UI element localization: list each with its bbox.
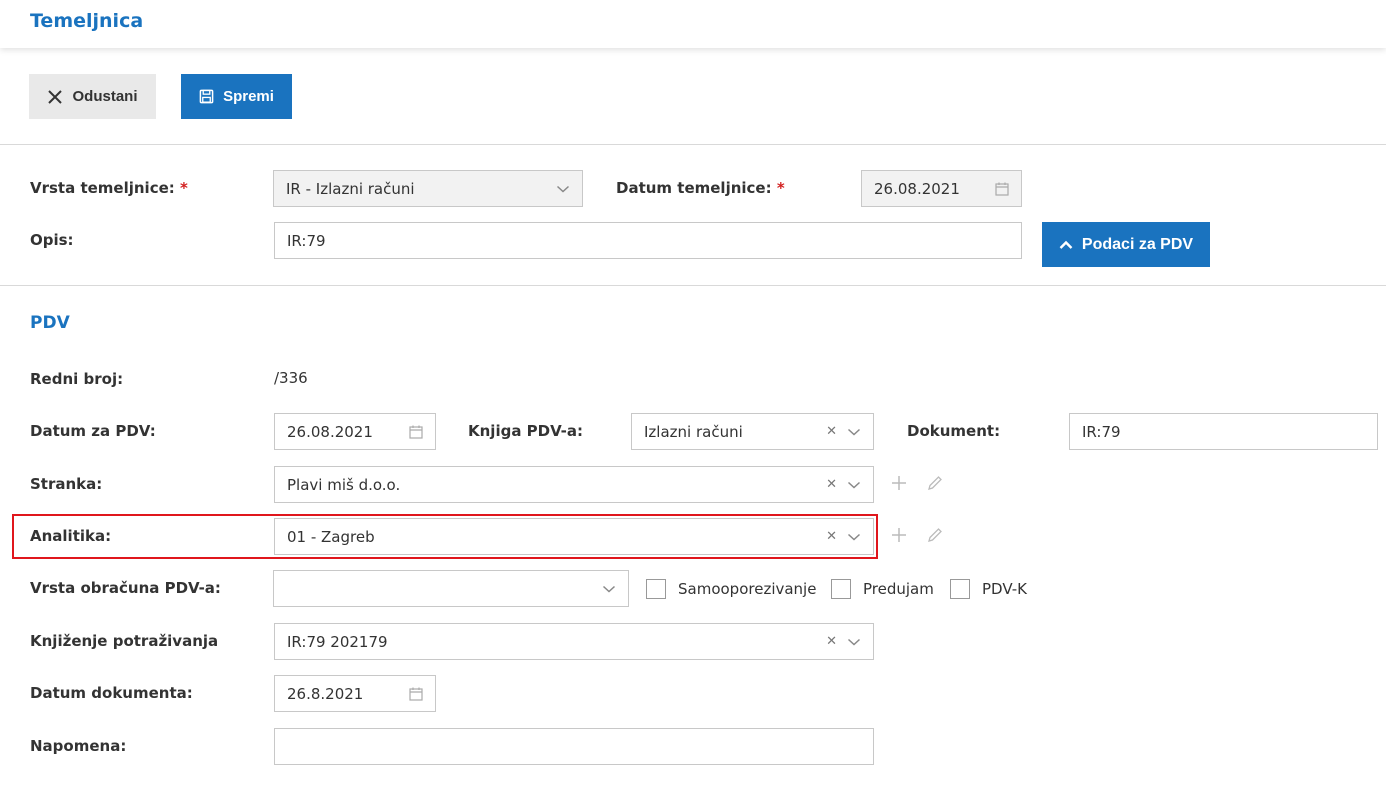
required-mark: *: [776, 179, 785, 197]
top-bar: [0, 0, 1386, 48]
samooporezivanje-checkbox[interactable]: [646, 579, 666, 599]
vrsta-temeljnice-select[interactable]: IR - Izlazni računi: [273, 170, 583, 207]
chevron-down-icon[interactable]: [847, 532, 861, 542]
save-button[interactable]: Spremi: [181, 74, 292, 119]
vrsta-temeljnice-value: IR - Izlazni računi: [286, 179, 415, 198]
stranka-select[interactable]: Plavi miš d.o.o. ✕: [274, 466, 874, 503]
samooporezivanje-label: Samooporezivanje: [678, 580, 817, 598]
napomena-label: Napomena:: [30, 737, 127, 755]
save-button-label: Spremi: [223, 88, 274, 105]
plus-icon[interactable]: [889, 473, 909, 493]
calendar-icon[interactable]: [409, 425, 423, 439]
clear-icon[interactable]: ✕: [826, 529, 837, 544]
predujam-checkbox[interactable]: [831, 579, 851, 599]
dokument-input[interactable]: IR:79: [1069, 413, 1378, 450]
chevron-down-icon[interactable]: [847, 427, 861, 437]
dokument-value: IR:79: [1082, 422, 1121, 441]
datum-dokumenta-value: 26.8.2021: [287, 684, 364, 703]
close-icon: [47, 89, 63, 105]
divider: [0, 285, 1386, 286]
divider: [0, 144, 1386, 145]
chevron-down-icon[interactable]: [847, 637, 861, 647]
opis-input[interactable]: IR:79: [274, 222, 1022, 259]
datum-za-pdv-label: Datum za PDV:: [30, 422, 156, 440]
pdv-section-title: PDV: [30, 313, 70, 333]
redni-broj-label: Redni broj:: [30, 370, 124, 388]
clear-icon[interactable]: ✕: [826, 424, 837, 439]
chevron-up-icon: [1059, 240, 1073, 250]
podaci-za-pdv-label: Podaci za PDV: [1081, 235, 1194, 253]
analitika-select[interactable]: 01 - Zagreb ✕: [274, 518, 874, 555]
knjiga-pdv-value: Izlazni računi: [644, 422, 743, 441]
cancel-button[interactable]: Odustani: [29, 74, 156, 119]
knjiga-pdv-select[interactable]: Izlazni računi ✕: [631, 413, 874, 450]
required-mark: *: [180, 179, 188, 197]
knjizenje-select[interactable]: IR:79 202179 ✕: [274, 623, 874, 660]
pencil-icon[interactable]: [925, 525, 945, 545]
plus-icon[interactable]: [889, 525, 909, 545]
calendar-icon[interactable]: [409, 687, 423, 701]
clear-icon[interactable]: ✕: [826, 634, 837, 649]
analitika-label: Analitika:: [30, 527, 112, 545]
page-title: Temeljnica: [30, 10, 144, 32]
pdvk-label: PDV-K: [982, 580, 1027, 598]
opis-label: Opis:: [30, 231, 74, 249]
datum-temeljnice-value: 26.08.2021: [874, 179, 960, 198]
pencil-icon[interactable]: [925, 473, 945, 493]
datum-temeljnice-label-text: Datum temeljnice:: [616, 179, 772, 197]
knjiga-pdv-label: Knjiga PDV-a:: [468, 422, 583, 440]
vrsta-obracuna-label: Vrsta obračuna PDV-a:: [30, 579, 221, 597]
calendar-icon[interactable]: [995, 182, 1009, 196]
vrsta-temeljnice-label: Vrsta temeljnice: *: [30, 179, 188, 197]
chevron-down-icon: [556, 184, 570, 194]
dokument-label: Dokument:: [907, 422, 1001, 440]
save-icon: [199, 89, 214, 104]
datum-za-pdv-input[interactable]: 26.08.2021: [274, 413, 436, 450]
stranka-value: Plavi miš d.o.o.: [287, 475, 401, 494]
opis-value: IR:79: [287, 231, 326, 250]
knjizenje-value: IR:79 202179: [287, 632, 388, 651]
vrsta-obracuna-select[interactable]: [273, 570, 629, 607]
pdvk-checkbox[interactable]: [950, 579, 970, 599]
redni-broj-value: /336: [274, 369, 308, 387]
datum-temeljnice-input[interactable]: 26.08.2021: [861, 170, 1022, 207]
clear-icon[interactable]: ✕: [826, 477, 837, 492]
cancel-button-label: Odustani: [72, 88, 138, 105]
datum-dokumenta-input[interactable]: 26.8.2021: [274, 675, 436, 712]
chevron-down-icon[interactable]: [602, 584, 616, 594]
datum-dokumenta-label: Datum dokumenta:: [30, 684, 193, 702]
napomena-input[interactable]: [274, 728, 874, 765]
predujam-label: Predujam: [863, 580, 934, 598]
knjizenje-label: Knjiženje potraživanja: [30, 632, 219, 650]
podaci-za-pdv-button[interactable]: Podaci za PDV: [1042, 222, 1210, 267]
datum-temeljnice-label: Datum temeljnice: *: [616, 179, 785, 197]
analitika-value: 01 - Zagreb: [287, 527, 375, 546]
datum-za-pdv-value: 26.08.2021: [287, 422, 373, 441]
stranka-label: Stranka:: [30, 475, 103, 493]
chevron-down-icon[interactable]: [847, 480, 861, 490]
vrsta-temeljnice-label-text: Vrsta temeljnice:: [30, 179, 175, 197]
